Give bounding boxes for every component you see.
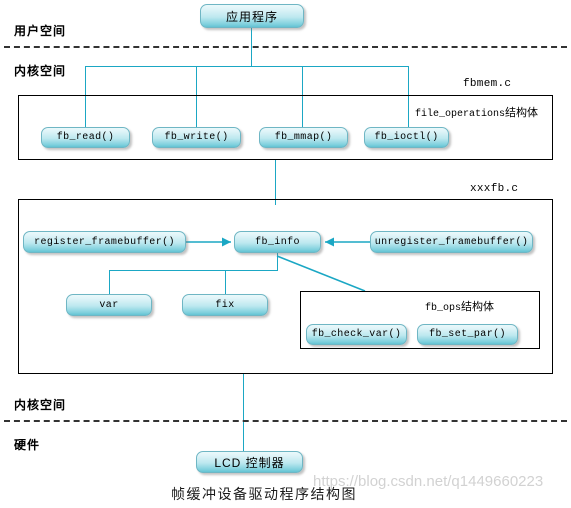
connector-bus-fbmem	[85, 66, 409, 67]
zone-label-user-space: 用户空间	[14, 24, 67, 38]
label-file-operations-cjk: 结构体	[505, 107, 539, 119]
label-file-operations-struct: file_operations结构体	[415, 104, 538, 120]
label-fb-ops-code: fb_ops	[425, 303, 462, 314]
separator-kernel-hardware	[4, 420, 567, 422]
node-fix[interactable]: fix	[182, 294, 268, 316]
label-xxxfb-file: xxxfb.c	[470, 183, 519, 195]
node-application-program[interactable]: 应用程序	[200, 4, 304, 28]
node-fb-ioctl[interactable]: fb_ioctl()	[364, 127, 449, 148]
label-fbmem-file: fbmem.c	[463, 78, 512, 90]
connector-xxxfb-to-lcd	[243, 374, 244, 454]
node-unregister-framebuffer[interactable]: unregister_framebuffer()	[370, 231, 533, 253]
diagram-canvas: 应用程序 用户空间 内核空间 fbmem.c file_operations结构…	[0, 0, 571, 508]
zone-label-hardware: 硬件	[14, 438, 41, 452]
separator-user-kernel	[4, 46, 567, 48]
zone-label-kernel-space-top: 内核空间	[14, 64, 67, 78]
node-fb-set-par[interactable]: fb_set_par()	[417, 324, 518, 345]
node-register-framebuffer[interactable]: register_framebuffer()	[23, 231, 186, 253]
label-fb-ops-struct: fb_ops结构体	[425, 298, 494, 314]
label-file-operations-code: file_operations	[415, 109, 506, 120]
node-fb-check-var[interactable]: fb_check_var()	[306, 324, 407, 345]
node-fb-write[interactable]: fb_write()	[152, 127, 241, 148]
diagram-caption: 帧缓冲设备驱动程序结构图	[171, 486, 357, 502]
node-fb-read[interactable]: fb_read()	[41, 127, 130, 148]
node-fb-info[interactable]: fb_info	[234, 231, 321, 253]
node-lcd-controller[interactable]: LCD 控制器	[196, 451, 303, 473]
node-var[interactable]: var	[66, 294, 152, 316]
label-fb-ops-cjk: 结构体	[461, 301, 495, 313]
node-fb-mmap[interactable]: fb_mmap()	[259, 127, 348, 148]
zone-label-kernel-space-bottom: 内核空间	[14, 398, 67, 412]
